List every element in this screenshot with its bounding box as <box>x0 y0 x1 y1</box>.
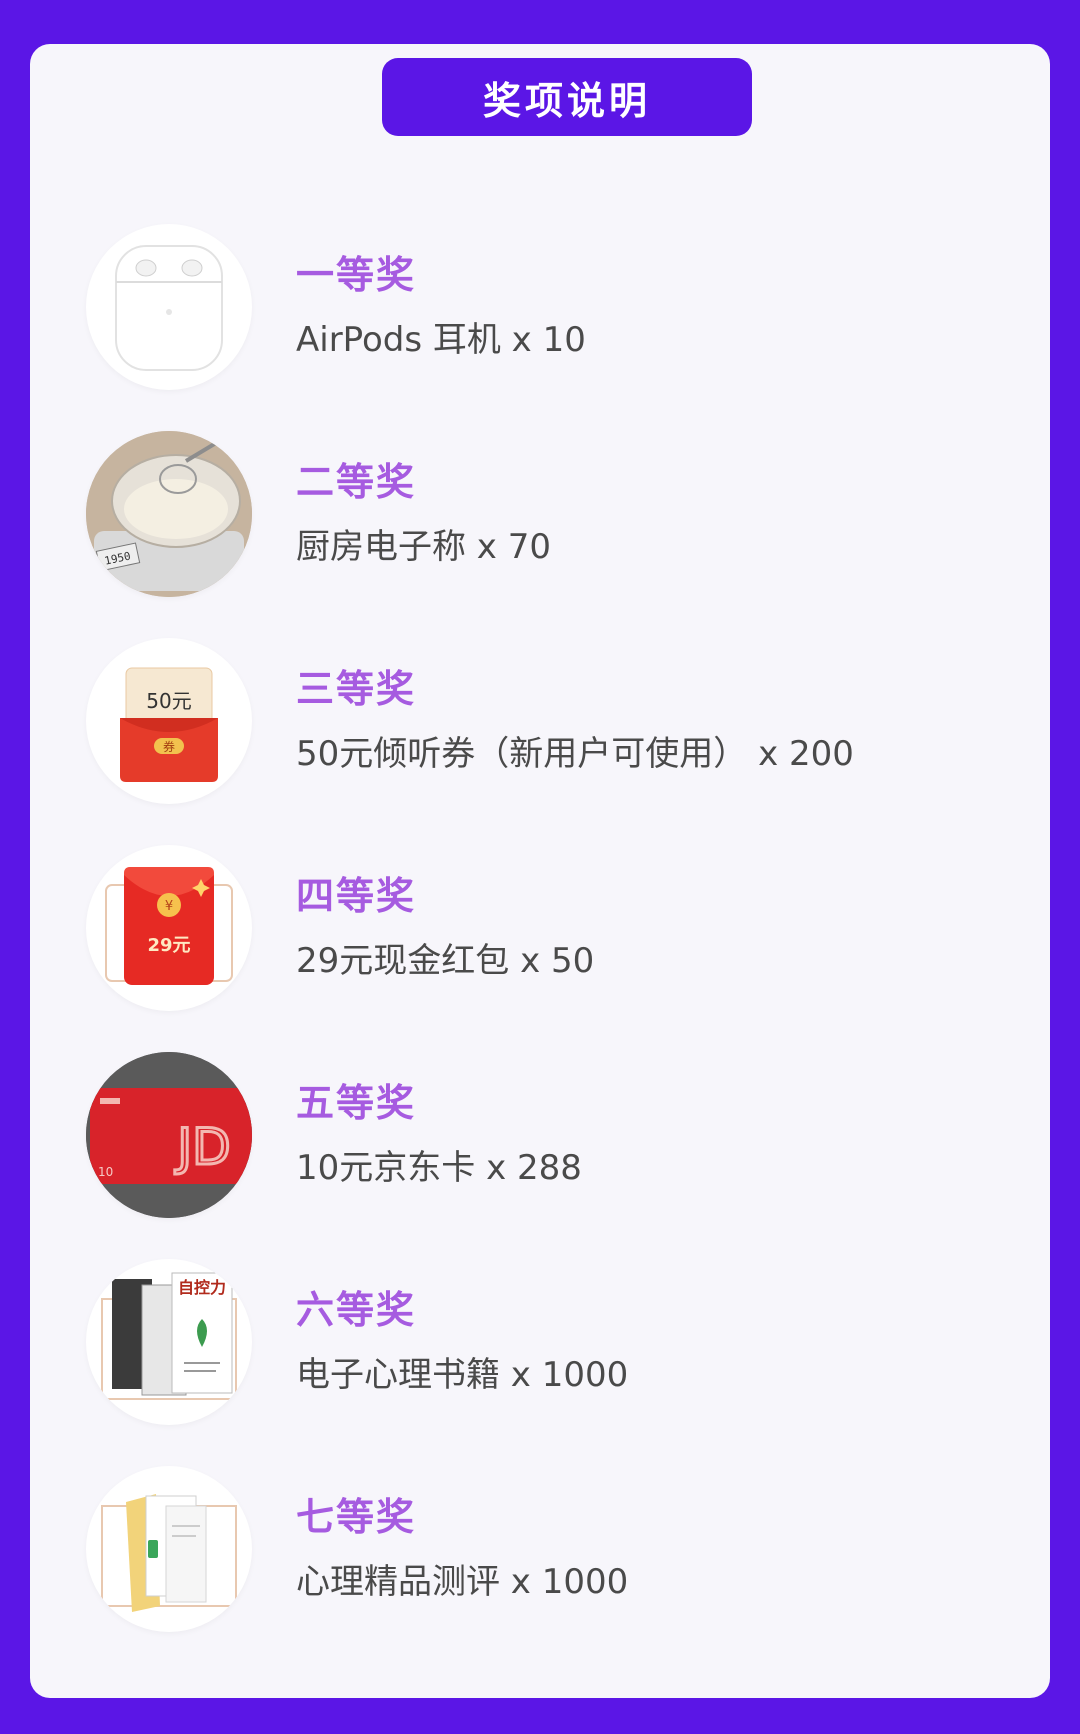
jd-card-icon: JD 10 <box>86 1052 252 1218</box>
page-title: 奖项说明 <box>382 58 752 136</box>
prize-description: 29元现金红包 x 50 <box>296 941 595 981</box>
coupon-icon: 50元 券 <box>86 638 252 804</box>
envelope-amount: 29元 <box>147 935 190 956</box>
prize-item-6: 自控力 六等奖 电子心理书籍 x 1000 <box>86 1259 1026 1429</box>
prize-description: AirPods 耳机 x 10 <box>296 320 586 360</box>
kitchen-scale-icon: 1950 <box>86 431 252 597</box>
prize-rank: 二等奖 <box>296 460 417 504</box>
prize-item-4: ¥ 29元 四等奖 29元现金红包 x 50 <box>86 845 1026 1015</box>
prize-item-1: 一等奖 AirPods 耳机 x 10 <box>86 224 1026 394</box>
prize-item-3: 50元 券 三等奖 50元倾听券（新用户可使用） x 200 <box>86 638 1026 808</box>
prize-item-5: JD 10 五等奖 10元京东卡 x 288 <box>86 1052 1026 1222</box>
red-envelope-icon: ¥ 29元 <box>86 845 252 1011</box>
prize-item-2: 1950 二等奖 厨房电子称 x 70 <box>86 431 1026 601</box>
prize-rank: 六等奖 <box>296 1288 417 1332</box>
prize-rank: 一等奖 <box>296 253 417 297</box>
prize-item-7: 七等奖 心理精品测评 x 1000 <box>86 1466 1026 1636</box>
book-title: 自控力 <box>178 1278 226 1297</box>
books-icon: 自控力 <box>86 1259 252 1425</box>
prize-description: 心理精品测评 x 1000 <box>296 1562 629 1602</box>
prize-description: 电子心理书籍 x 1000 <box>296 1355 629 1395</box>
prize-description: 厨房电子称 x 70 <box>296 527 551 567</box>
coupon-tag: 券 <box>163 739 175 754</box>
prize-rank: 三等奖 <box>296 667 417 711</box>
airpods-icon <box>86 224 252 390</box>
prize-card: 奖项说明 一等奖 AirPods 耳机 x 10 1950 二等奖 厨房电子称 … <box>30 44 1050 1698</box>
card-value-text: 10 <box>98 1165 113 1179</box>
prize-description: 50元倾听券（新用户可使用） x 200 <box>296 734 854 774</box>
prize-rank: 五等奖 <box>296 1081 417 1125</box>
folder-files-icon <box>86 1466 252 1632</box>
prize-rank: 七等奖 <box>296 1495 417 1539</box>
coupon-amount: 50元 <box>146 689 191 713</box>
prize-rank: 四等奖 <box>296 874 417 918</box>
envelope-symbol: ¥ <box>165 899 173 914</box>
prize-description: 10元京东卡 x 288 <box>296 1148 582 1188</box>
jd-logo-text: JD <box>174 1118 230 1176</box>
